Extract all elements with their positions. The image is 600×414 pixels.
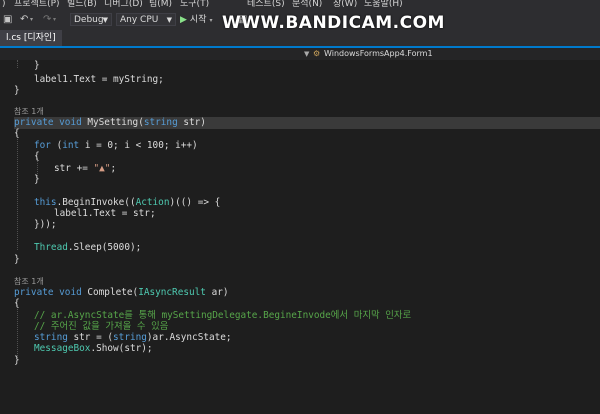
redo-dropdown-icon[interactable]: ▾ (53, 14, 56, 26)
code-line: private void Complete(IAsyncResult ar) (14, 287, 229, 298)
solution-config-value: Debug (74, 15, 104, 25)
menu-item-project[interactable]: 프로젝트(P) (14, 0, 60, 9)
code-line: Thread.Sleep(5000); (34, 242, 142, 253)
code-line: } (14, 254, 20, 265)
code-lens-references[interactable]: 참조 1개 (14, 277, 44, 287)
chevron-down-icon[interactable]: ▼ (304, 48, 309, 60)
toolbar: ▣ ↶ ▾ ↷ ▾ Debug ▼ Any CPU ▼ ▶ 시작 ▾ ▦ WWW.B… (0, 11, 600, 33)
save-all-icon[interactable]: ▣ (3, 14, 12, 26)
indent-guide (17, 305, 18, 358)
code-line: } (14, 355, 20, 366)
solution-config-dropdown[interactable]: Debug ▼ (70, 13, 112, 26)
redo-icon[interactable]: ↷ (43, 14, 51, 26)
menu-item-file[interactable]: ) (2, 0, 6, 9)
code-line: for (int i = 0; i < 100; i++) (34, 140, 198, 151)
menu-item-team[interactable]: 팀(M) (149, 0, 172, 9)
menu-item-build[interactable]: 빌드(B) (67, 0, 97, 9)
navigation-bar: ▼ ⚙ WindowsFormsApp4.Form1 (0, 48, 600, 60)
code-line: })); (34, 219, 57, 230)
start-label: 시작 (189, 15, 207, 25)
code-editor[interactable]: } label1.Text = myString; } 참조 1개 privat… (0, 60, 600, 414)
tab-designer[interactable]: l.cs [디자인] (0, 30, 62, 46)
code-line: { (14, 298, 20, 309)
chevron-down-icon: ▾ (209, 17, 213, 24)
menu-item-tools[interactable]: 도구(T) (180, 0, 209, 9)
document-tab-bar: l.cs [디자인] (0, 30, 600, 48)
menu-item-test[interactable]: 테스트(S) (247, 0, 285, 9)
code-line: { (14, 128, 20, 139)
code-line: } (14, 85, 20, 96)
code-lens-references[interactable]: 참조 1개 (14, 107, 44, 117)
undo-dropdown-icon[interactable]: ▾ (30, 14, 33, 26)
indent-guide (17, 60, 18, 68)
code-line: label1.Text = myString; (34, 74, 164, 85)
menu-bar: ) 프로젝트(P) 빌드(B) 디버그(D) 팀(M) 도구(T) 테스트(S)… (0, 0, 600, 11)
chevron-down-icon: ▼ (102, 16, 108, 24)
menu-item-help[interactable]: 도움말(H) (364, 0, 403, 9)
code-line: { (34, 151, 40, 162)
indent-guide (17, 135, 18, 250)
code-line: } (34, 174, 40, 185)
code-line: str += "▲"; (54, 163, 117, 174)
start-button[interactable]: ▶ 시작 ▾ (180, 13, 213, 28)
type-selector[interactable]: WindowsFormsApp4.Form1 (324, 48, 433, 60)
code-line: label1.Text = str; (54, 208, 156, 219)
menu-item-debug[interactable]: 디버그(D) (104, 0, 143, 9)
platform-dropdown[interactable]: Any CPU ▼ (116, 13, 176, 26)
code-line-current: private void MySetting(string str) (14, 117, 600, 129)
class-icon: ⚙ (313, 49, 321, 58)
code-line: } (34, 60, 40, 71)
undo-icon[interactable]: ↶ (20, 14, 28, 26)
chevron-down-icon: ▼ (166, 16, 172, 24)
play-icon: ▶ (180, 15, 187, 25)
menu-item-window[interactable]: 창(W) (333, 0, 357, 9)
platform-value: Any CPU (120, 15, 159, 25)
menu-item-analyze[interactable]: 분석(N) (292, 0, 322, 9)
code-line: MessageBox.Show(str); (34, 343, 153, 354)
